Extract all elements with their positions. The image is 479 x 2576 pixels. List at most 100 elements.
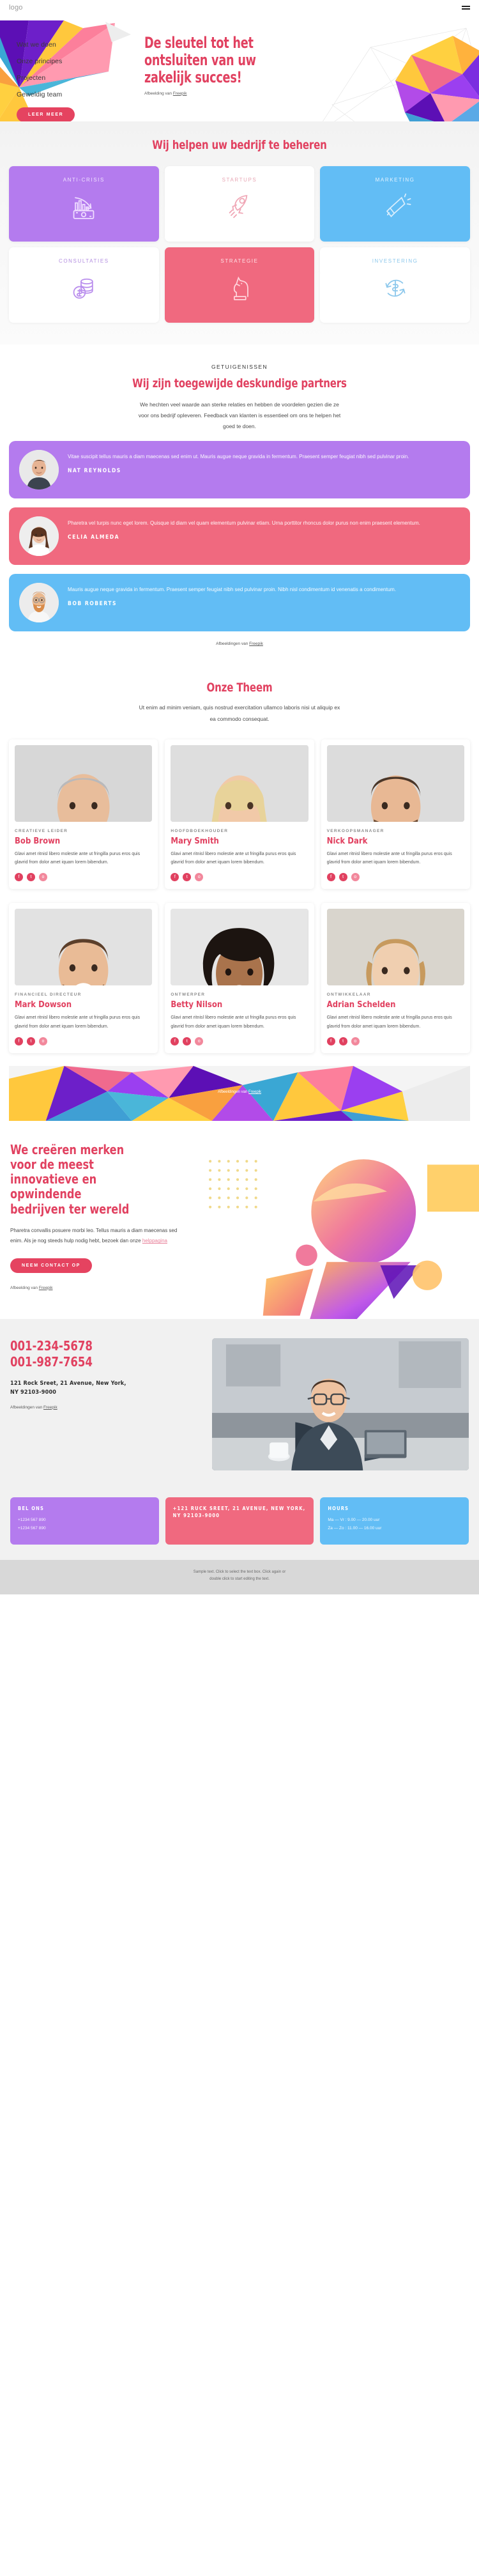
facebook-icon[interactable]: f (326, 1037, 335, 1045)
photo-adrian-schelden (326, 909, 464, 986)
photo-mary-smith (171, 744, 308, 822)
service-card-consultaties[interactable]: CONSULTATIES (9, 247, 159, 323)
credit-link[interactable]: Freepik (249, 642, 263, 646)
service-card-startups[interactable]: STARTUPS (164, 166, 315, 242)
nav-item-wat-we-doen[interactable]: Wat we doen (17, 41, 137, 49)
service-card-investering[interactable]: INVESTERING (320, 247, 470, 323)
hamburger-menu-icon[interactable] (462, 6, 470, 10)
credit-prefix: Afbeeldingen van (216, 642, 250, 646)
instagram-icon[interactable]: o (39, 873, 47, 882)
photo-betty-nilson (171, 909, 308, 986)
instagram-icon[interactable]: o (351, 1037, 360, 1045)
brands-decorative-graphic (193, 1143, 479, 1319)
rocket-icon (229, 195, 248, 219)
avatar-photo-nat-reynolds (19, 450, 59, 490)
photo-nick-dark (326, 744, 464, 822)
service-card-label: INVESTERING (372, 258, 418, 264)
testimonial-card: Pharetra vel turpis nunc eget lorem. Qui… (9, 507, 470, 565)
neem-contact-op-button[interactable]: NEEM CONTACT OP (10, 1258, 92, 1273)
footer-card-address[interactable]: +121 RUCK SREET, 21 AVENUE, NEW YORK, NY… (165, 1497, 314, 1545)
footer-card-line: Za — Zo : 11.00 — 16.00 uur (328, 1526, 382, 1531)
team-member-card[interactable]: HOOFDBOEKHOUDER Mary Smith Glavi amet ri… (165, 739, 314, 890)
team-member-role: CREATIEVE LEIDER (15, 828, 68, 833)
service-card-label: STRATEGIE (220, 258, 259, 264)
team-member-name: Mark Dowson (15, 1000, 72, 1010)
facebook-icon[interactable]: f (15, 1037, 23, 1045)
facebook-icon[interactable]: f (326, 873, 335, 882)
address-line-1: 121 Rock Sreet, 21 Avenue, New York, (10, 1380, 126, 1387)
brands-image-credit: Afbeelding van Freepik (10, 1286, 188, 1290)
brands-title-line-3: innovatieve en (10, 1171, 97, 1187)
contact-image-credit: Afbeeldingen van Freepik (10, 1405, 202, 1410)
team-member-card[interactable]: FINANCIEEL DIRECTEUR Mark Dowson Glavi a… (9, 903, 158, 1053)
instagram-icon[interactable]: o (351, 873, 360, 882)
photo-bob-brown (15, 744, 153, 822)
team-member-card[interactable]: ONTWIKKELAAR Adrian Schelden Glavi amet … (321, 903, 470, 1053)
credit-link[interactable]: Freepik (39, 1286, 53, 1290)
footer-card-hours[interactable]: HOURS Ma — Vr : 9.00 — 20.00 uur Za — Zo… (320, 1497, 469, 1545)
footer-card-bel-ons[interactable]: BEL ONS +1234 567 890 +1234 567 890 (10, 1497, 159, 1545)
service-card-label: ANTI-CRISIS (63, 177, 105, 183)
hero-image-credit: Afbeelding van Freepik (144, 91, 470, 96)
team-member-card[interactable]: CREATIEVE LEIDER Bob Brown Glavi amet ri… (9, 739, 158, 890)
testimonials-title: Wij zijn toegewijde deskundige partners (132, 376, 347, 390)
team-decorative-banner: Afbeeldingen van Freepik (9, 1065, 470, 1121)
team-grid-row-1: CREATIEVE LEIDER Bob Brown Glavi amet ri… (9, 739, 470, 890)
leer-meer-button[interactable]: LEER MEER (17, 107, 75, 121)
contact-section: 001-234-5678 001-987-7654 121 Rock Sreet… (0, 1318, 479, 1487)
team-member-photo (171, 744, 308, 822)
testimonials-subtitle: We hechten veel waarde aan sterke relati… (138, 401, 341, 429)
footer-card-line: +1234 567 890 (18, 1518, 46, 1523)
service-card-label: MARKETING (375, 177, 415, 183)
team-member-card[interactable]: VERKOOPSMANAGER Nick Dark Glavi amet rit… (321, 739, 470, 890)
twitter-icon[interactable]: t (27, 1037, 35, 1045)
credit-prefix: Afbeelding van (10, 1285, 39, 1290)
testimonial-text: Mauris augue neque gravida in fermentum.… (68, 587, 397, 592)
twitter-icon[interactable]: t (27, 873, 35, 882)
credit-link[interactable]: Freepik (248, 1090, 261, 1094)
team-member-photo (15, 744, 153, 822)
phone-number-1[interactable]: 001-234-5678 (10, 1338, 186, 1354)
twitter-icon[interactable]: t (183, 1037, 192, 1045)
team-member-photo (15, 909, 153, 986)
brands-title-line-5: bedrijven ter wereld (10, 1201, 130, 1217)
team-member-socials: f t o (15, 873, 152, 882)
avatar (19, 583, 59, 622)
team-member-socials: f t o (15, 1037, 152, 1045)
twitter-icon[interactable]: t (338, 873, 347, 882)
facebook-icon[interactable]: f (171, 873, 179, 882)
service-card-strategie[interactable]: STRATEGIE (164, 247, 315, 323)
phone-number-2[interactable]: 001-987-7654 (10, 1354, 186, 1370)
credit-link[interactable]: Freepik (43, 1405, 57, 1410)
twitter-icon[interactable]: t (183, 873, 192, 882)
team-member-card[interactable]: ONTWERPER Betty Nilson Glavi amet ritnis… (165, 903, 314, 1053)
service-card-anti-crisis[interactable]: ANTI-CRISIS (9, 166, 159, 242)
instagram-icon[interactable]: o (39, 1037, 47, 1045)
facebook-icon[interactable]: f (15, 873, 23, 882)
team-member-name: Bob Brown (15, 836, 61, 846)
logo[interactable]: logo (9, 4, 23, 12)
nav-item-onze-principes[interactable]: Onze principes (17, 58, 137, 65)
team-member-socials: f t o (171, 873, 308, 882)
facebook-icon[interactable]: f (171, 1037, 179, 1045)
instagram-icon[interactable]: o (195, 873, 204, 882)
avatar (19, 450, 59, 490)
testimonial-card: Mauris augue neque gravida in fermentum.… (9, 574, 470, 631)
avatar-photo-bob-roberts (19, 583, 59, 622)
team-member-bio: Glavi amet ritnisl libero molestie ante … (326, 1015, 452, 1029)
team-member-socials: f t o (326, 1037, 464, 1045)
helppagina-link[interactable]: helppagina (142, 1238, 167, 1244)
falling-chart-money-icon (73, 197, 95, 219)
twitter-icon[interactable]: t (338, 1037, 347, 1045)
team-member-name: Adrian Schelden (326, 1000, 396, 1010)
service-card-marketing[interactable]: MARKETING (320, 166, 470, 242)
nav-item-projecten[interactable]: Projecten (17, 74, 137, 82)
team-member-socials: f t o (171, 1037, 308, 1045)
instagram-icon[interactable]: o (195, 1037, 204, 1045)
team-member-photo (326, 744, 464, 822)
team-title: Onze Theem (206, 681, 273, 695)
hero-nav: Wat we doen Onze principes Projecten Gew… (9, 31, 137, 121)
avatar-photo-celia-almeda (19, 516, 59, 556)
credit-link[interactable]: Freepik (173, 91, 187, 96)
nav-item-geweldig-team[interactable]: Geweldig team (17, 91, 137, 98)
